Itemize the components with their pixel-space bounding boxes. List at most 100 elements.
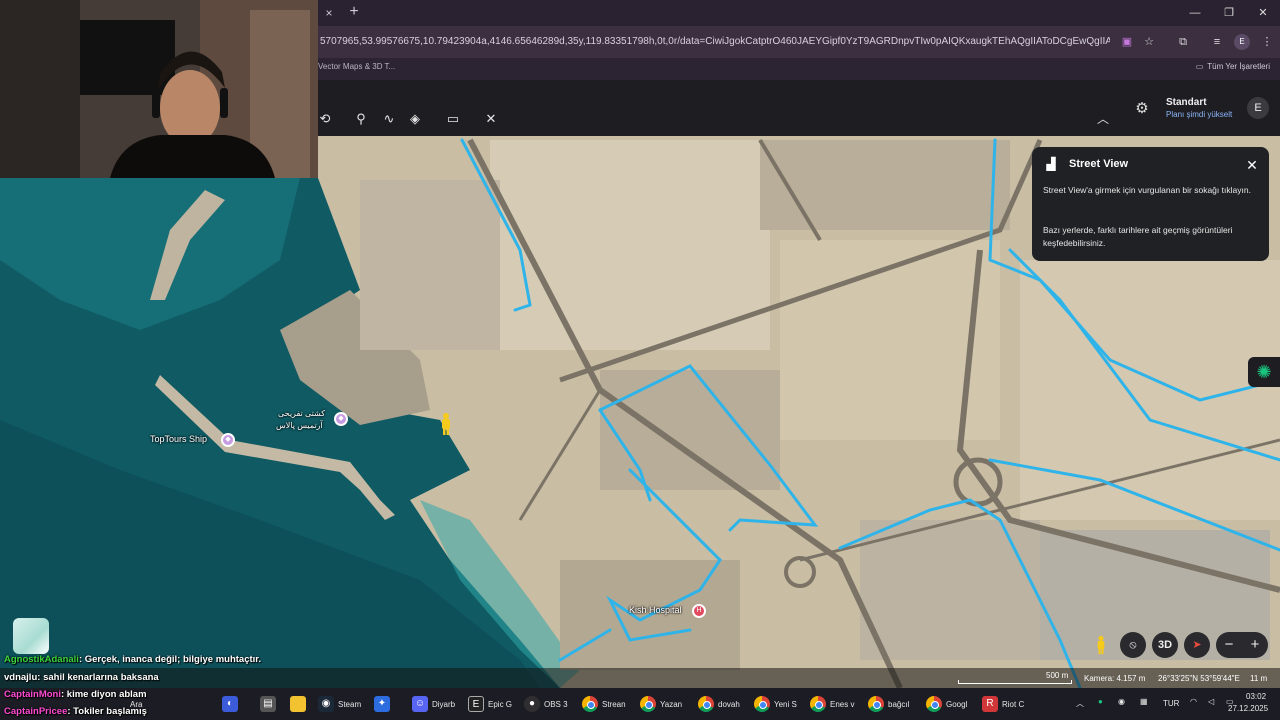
clock-time[interactable]: 03:02 xyxy=(1246,692,1266,701)
chat-message-3: CaptainMoni: kime diyon ablam xyxy=(4,689,147,700)
tray-network-icon[interactable]: ▦ xyxy=(1140,697,1148,706)
path-icon[interactable]: ∿ xyxy=(380,110,398,128)
extensions-puzzle-icon[interactable]: ⧉ xyxy=(1176,35,1190,49)
taskbar-taskview[interactable]: ▤ xyxy=(260,694,276,714)
chat-message-1: AgnostikAdanali: Gerçek, inanca değil; b… xyxy=(4,654,261,665)
all-bookmarks[interactable]: ▭ Tüm Yer İşaretleri xyxy=(1196,60,1270,74)
zoom-in-button[interactable]: + xyxy=(1242,632,1268,658)
taskbar-chrome-yazan[interactable]: Yazan xyxy=(640,694,682,714)
scale-label: 500 m xyxy=(1046,671,1069,680)
volume-icon[interactable]: ◁ xyxy=(1208,697,1214,706)
discord-icon: ☺ xyxy=(412,696,428,712)
pegman-icon[interactable] xyxy=(440,412,452,436)
zoom-out-button[interactable]: − xyxy=(1216,632,1242,658)
history-icon[interactable]: ⟲ xyxy=(316,110,334,128)
webcam-overlay xyxy=(0,0,318,178)
ship-poi-icon[interactable]: ◆ xyxy=(221,433,235,447)
hospital-icon[interactable]: H xyxy=(692,604,706,618)
bookmark-vector-maps[interactable]: Vector Maps & 3D T... xyxy=(318,60,395,74)
chat-emote xyxy=(13,618,49,654)
zoom-controls: − + xyxy=(1216,632,1268,658)
3d-toggle-button[interactable]: 3D xyxy=(1152,632,1178,658)
steam-icon: ◉ xyxy=(318,696,334,712)
tray-steam-icon[interactable]: ◉ xyxy=(1118,697,1125,706)
language-indicator[interactable]: TUR xyxy=(1163,699,1179,708)
bookmark-star-icon[interactable]: ☆ xyxy=(1142,35,1156,49)
map-label-hospital[interactable]: Kish Hospital xyxy=(629,605,682,615)
tab-close-icon[interactable]: × xyxy=(322,6,336,20)
menu-dots-icon[interactable]: ⋮ xyxy=(1260,35,1274,49)
street-view-icon: ▟ xyxy=(1046,157,1056,171)
tray-app-icon[interactable]: ● xyxy=(1098,697,1103,706)
taskbar-label: OBS 3 xyxy=(544,699,568,709)
chat-message-2: vdnajlu: sahil kenarlarına baksana xyxy=(4,672,159,683)
extension-icon[interactable]: ▣ xyxy=(1120,35,1134,49)
map-label-arabic-2[interactable]: آرتمیس پالاس xyxy=(276,421,323,430)
task-view-icon: ▤ xyxy=(260,696,276,712)
taskbar-label: Googl xyxy=(946,699,968,709)
cruise-poi-icon[interactable]: ◆ xyxy=(334,412,348,426)
minimize-icon[interactable]: — xyxy=(1178,0,1212,26)
map-label-arabic-1[interactable]: کشتی تفریحی xyxy=(278,409,325,418)
close-icon[interactable]: ✕ xyxy=(1245,158,1259,172)
epic-games-icon: E xyxy=(468,696,484,712)
taskbar-epic[interactable]: E Epic G xyxy=(468,694,512,714)
browser-profile-avatar[interactable]: E xyxy=(1234,34,1250,50)
close-window-icon[interactable]: ✕ xyxy=(1246,0,1280,26)
taskbar-label: Riot C xyxy=(1002,699,1025,709)
taskbar-search[interactable]: Ara xyxy=(130,694,142,714)
tray-chevron-icon[interactable]: ︿ xyxy=(1076,698,1084,709)
coordinates: 26°33'25"N 53°59'44"E xyxy=(1158,674,1240,683)
taskbar-widgets[interactable]: ◐ xyxy=(222,694,238,714)
media-icon[interactable]: ≡ xyxy=(1210,35,1224,49)
settings-gear-icon[interactable]: ⚙ xyxy=(1132,99,1152,119)
taskbar-chrome-bagcil[interactable]: bağcıl xyxy=(868,694,909,714)
all-bookmarks-label: Tüm Yer İşaretleri xyxy=(1207,62,1270,71)
collapse-chevron-icon[interactable]: ︿ xyxy=(1094,110,1112,128)
url-field[interactable]: 5707965,53.99576675,10.79423904a,4146.65… xyxy=(320,33,1110,51)
rotate-off-icon[interactable]: ⦸ xyxy=(1120,632,1146,658)
chatgpt-extension-icon[interactable]: ✺ xyxy=(1248,357,1280,387)
chrome-icon xyxy=(640,696,656,712)
taskbar-label: Strean xyxy=(602,699,626,709)
tools-icon[interactable]: ✕ xyxy=(482,110,500,128)
taskbar-app-blue[interactable]: ✦ xyxy=(374,694,390,714)
map-label-toptours[interactable]: TopTours Ship xyxy=(150,434,207,444)
street-view-history-hint: Bazı yerlerde, farklı tarihlere ait geçm… xyxy=(1043,225,1233,248)
camera-altitude: Kamera: 4.157 m xyxy=(1084,674,1146,683)
clock-date[interactable]: 27.12.2025 xyxy=(1228,704,1268,713)
street-view-title: Street View xyxy=(1069,158,1129,170)
chat-user: vdnajlu xyxy=(4,672,38,683)
chrome-icon xyxy=(582,696,598,712)
chat-text: : sahil kenarlarına baksana xyxy=(37,672,159,683)
taskbar-label: bağcıl xyxy=(888,699,910,709)
taskbar-riot[interactable]: R Riot C xyxy=(982,694,1024,714)
pegman-control-icon[interactable] xyxy=(1088,632,1114,658)
taskbar-label: dovah xyxy=(718,699,740,709)
compass-icon[interactable]: ➤ xyxy=(1184,632,1210,658)
taskbar-explorer[interactable] xyxy=(290,694,306,714)
taskbar-chrome-enes[interactable]: Enes v xyxy=(810,694,854,714)
plan-upgrade-link[interactable]: Planı şimdi yükselt xyxy=(1166,110,1232,119)
chat-user: CaptainPricee xyxy=(4,706,68,717)
taskbar-label: Steam xyxy=(338,699,362,709)
layers-icon[interactable]: ◈ xyxy=(406,110,424,128)
restore-icon[interactable]: ❐ xyxy=(1212,0,1246,26)
ruler-icon[interactable]: ▭ xyxy=(444,110,462,128)
new-tab-button[interactable]: + xyxy=(346,4,362,20)
bookmarks-bar xyxy=(318,58,1280,80)
taskbar-discord[interactable]: ☺ Diyarb xyxy=(412,694,455,714)
taskbar-chrome-yeni[interactable]: Yeni S xyxy=(754,694,797,714)
account-avatar[interactable]: E xyxy=(1247,97,1269,119)
wifi-icon[interactable]: ◠ xyxy=(1190,697,1197,706)
taskbar-label: Yazan xyxy=(660,699,683,709)
taskbar-obs[interactable]: ● OBS 3 xyxy=(524,694,568,714)
taskbar-chrome-stream[interactable]: Strean xyxy=(582,694,626,714)
taskbar-label: Epic G xyxy=(488,699,513,709)
taskbar-chrome-dovah[interactable]: dovah xyxy=(698,694,740,714)
taskbar-chrome-google[interactable]: Googl xyxy=(926,694,967,714)
folder-icon xyxy=(290,696,306,712)
taskbar-steam[interactable]: ◉ Steam xyxy=(318,694,361,714)
app-icon: ✦ xyxy=(374,696,390,712)
pin-icon[interactable]: ⚲ xyxy=(352,110,370,128)
